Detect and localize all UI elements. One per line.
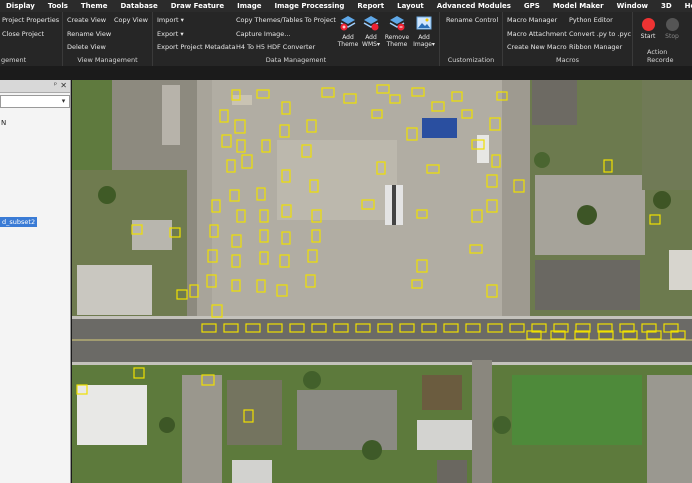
menu-bar: Display Tools Theme Database Draw Feature Ima… [0,0,692,12]
menu-item-3d[interactable]: 3D [655,0,679,12]
stop-label: Stop [665,33,679,40]
toolbar-gap [0,66,692,80]
stop-icon [665,18,679,31]
rename-control-button[interactable]: Rename Control [446,16,498,24]
macro-attachment-button[interactable]: Macro Attachment [507,30,567,38]
h4-h5-converter-button[interactable]: H4 To H5 HDF Converter [236,43,315,51]
customization-group-title: Customization [447,56,495,64]
add-theme-label: Add Theme [337,34,359,48]
remove-theme-icon [389,16,405,31]
panel-text: N [1,119,7,127]
delete-view-button[interactable]: Delete View [67,43,106,51]
add-image-label: Add Image▾ [413,34,435,48]
copy-view-button[interactable]: Copy View [114,16,148,24]
menu-item-theme[interactable]: Theme [75,0,115,12]
add-wms-label: Add WMS▾ [362,34,380,48]
menu-item-advanced-modules[interactable]: Advanced Modules [431,0,518,12]
ribbon-manager-button[interactable]: Ribbon Manager [569,43,622,51]
selected-layer-item[interactable]: d_subset2 [0,217,38,227]
menu-item-help[interactable]: Help [679,0,692,12]
map-view[interactable] [72,80,692,483]
menu-item-model-maker[interactable]: Model Maker [547,0,611,12]
panel-combo[interactable]: ▾ [0,95,70,108]
view-group-title: View Management [77,56,138,64]
ribbon: Project Properties Close Project gement … [0,12,692,66]
panel-header: ᵖ ✕ [0,80,70,93]
menu-item-gps[interactable]: GPS [518,0,547,12]
export-menu[interactable]: Export ▾ [157,30,184,38]
view-group: Create View Rename View Delete View Copy… [63,12,153,66]
add-wms-button[interactable]: Add WMS▾ [360,15,382,48]
pin-icon[interactable]: ᵖ [54,81,57,89]
data-group-title: Data Management [265,56,327,64]
chevron-down-icon[interactable]: ▾ [59,96,68,107]
remove-theme-button[interactable]: Remove Theme [384,15,410,48]
add-wms-icon [363,16,379,31]
menu-item-image-processing[interactable]: Image Processing [269,0,352,12]
python-editor-button[interactable]: Python Editor [569,16,613,24]
menu-item-tools[interactable]: Tools [42,0,75,12]
aerial-image[interactable] [72,80,692,483]
start-record-button[interactable]: Start [637,18,659,40]
menu-item-window[interactable]: Window [611,0,655,12]
menu-item-report[interactable]: Report [351,0,391,12]
rename-view-button[interactable]: Rename View [67,30,111,38]
customization-group: Rename Control Customization [440,12,503,66]
project-properties-button[interactable]: Project Properties [2,16,59,24]
close-icon[interactable]: ✕ [60,81,67,90]
export-metadata-button[interactable]: Export Project Metadata [157,43,235,51]
menu-item-display[interactable]: Display [0,0,42,12]
add-theme-button[interactable]: Add Theme [337,15,359,48]
start-label: Start [640,33,656,40]
data-group: Import ▾ Export ▾ Export Project Metadat… [153,12,440,66]
macros-group-title: Macros [555,56,580,64]
close-project-button[interactable]: Close Project [2,30,44,38]
copy-themes-button[interactable]: Copy Themes/Tables To Project [236,16,336,24]
menu-item-draw-feature[interactable]: Draw Feature [165,0,231,12]
menu-item-image[interactable]: Image [231,0,268,12]
remove-theme-label: Remove Theme [384,34,410,48]
add-image-button[interactable]: Add Image▾ [412,15,436,48]
project-group: Project Properties Close Project gement [0,12,63,66]
import-menu[interactable]: Import ▾ [157,16,184,24]
project-group-title: gement [1,56,27,64]
action-recorder-title: Action Recorde [647,48,674,64]
left-panel: ᵖ ✕ ▾ N d_subset2 [0,80,71,483]
menu-item-layout[interactable]: Layout [391,0,431,12]
action-recorder-group: Start Stop Action Recorde [633,12,692,66]
menu-item-database[interactable]: Database [114,0,164,12]
record-icon [641,18,655,31]
capture-image-button[interactable]: Capture Image... [236,30,290,38]
create-view-button[interactable]: Create View [67,16,106,24]
stop-record-button[interactable]: Stop [661,18,683,40]
add-image-icon [416,16,432,30]
create-new-macro-button[interactable]: Create New Macro [507,43,567,51]
convert-py-button[interactable]: Convert .py to .pyc [569,30,631,38]
add-theme-icon [340,16,356,31]
macro-manager-button[interactable]: Macro Manager [507,16,557,24]
macros-group: Macro Manager Macro Attachment Create Ne… [503,12,633,66]
